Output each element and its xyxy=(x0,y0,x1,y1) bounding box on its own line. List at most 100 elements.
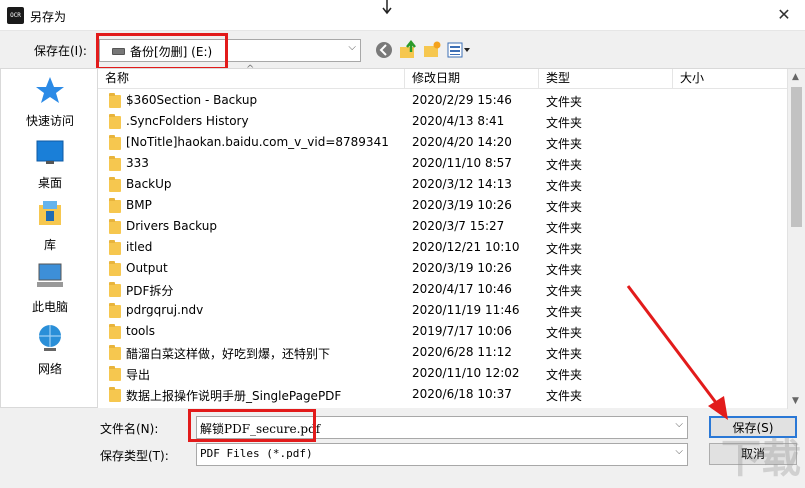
file-name: 导出 xyxy=(126,368,151,382)
close-button[interactable]: ✕ xyxy=(773,4,795,26)
column-header-type[interactable]: 类型 xyxy=(539,69,673,89)
file-type: 文件夹 xyxy=(546,284,583,298)
watermark-logo: 下载 xyxy=(721,436,801,482)
file-row[interactable]: .SyncFolders History 2020/4/13 8:41 文件夹 xyxy=(98,112,787,133)
file-row[interactable]: Output 2020/3/19 10:26 文件夹 xyxy=(98,259,787,280)
file-date: 2019/7/17 10:06 xyxy=(412,324,512,338)
file-name: $360Section - Backup xyxy=(126,93,258,107)
desktop-icon xyxy=(36,140,64,164)
cursor-icon xyxy=(382,0,392,15)
sidebar-item-this-pc[interactable]: 此电脑 xyxy=(1,261,99,315)
chevron-down-icon: ⌵ xyxy=(675,446,683,457)
file-name: BMP xyxy=(126,198,152,212)
file-row[interactable]: BMP 2020/3/19 10:26 文件夹 xyxy=(98,196,787,217)
file-date: 2020/3/19 10:26 xyxy=(412,261,512,275)
column-header-row: 名称 ^ 修改日期 类型 大小 xyxy=(98,64,787,89)
file-type: 文件夹 xyxy=(546,137,583,151)
folder-icon xyxy=(109,198,121,213)
computer-icon xyxy=(37,263,63,287)
back-icon[interactable] xyxy=(374,40,394,60)
file-type: 文件夹 xyxy=(546,116,583,130)
file-row[interactable]: Drivers Backup 2020/3/7 15:27 文件夹 xyxy=(98,217,787,238)
highlight-location xyxy=(96,33,228,70)
column-header-size[interactable]: 大小 xyxy=(673,69,787,89)
sidebar-item-label: 库 xyxy=(43,238,56,252)
library-icon xyxy=(39,201,61,225)
sidebar-item-label: 桌面 xyxy=(37,176,62,190)
file-type: 文件夹 xyxy=(546,368,583,382)
folder-icon xyxy=(109,324,121,339)
file-name: Drivers Backup xyxy=(126,219,217,233)
file-date: 2020/11/10 8:57 xyxy=(412,156,512,170)
file-type: 文件夹 xyxy=(546,179,583,193)
network-icon xyxy=(39,325,61,351)
file-date: 2020/3/12 14:13 xyxy=(412,177,512,191)
location-label: 保存在(I): xyxy=(34,44,87,58)
folder-icon xyxy=(109,366,121,381)
scroll-thumb[interactable] xyxy=(791,87,802,227)
folder-icon xyxy=(109,114,121,129)
file-row[interactable]: BackUp 2020/3/12 14:13 文件夹 xyxy=(98,175,787,196)
sidebar-item-label: 此电脑 xyxy=(31,300,68,314)
filetype-select[interactable]: PDF Files (*.pdf) ⌵ xyxy=(196,443,688,466)
file-name: [NoTitle]haokan.baidu.com_v_vid=8789341 xyxy=(126,135,389,149)
file-row[interactable]: $360Section - Backup 2020/2/29 15:46 文件夹 xyxy=(98,91,787,112)
file-name: 醋溜白菜这样做，好吃到爆，还特别下 xyxy=(126,347,331,361)
folder-icon xyxy=(109,177,121,192)
file-row[interactable]: itled 2020/12/21 10:10 文件夹 xyxy=(98,238,787,259)
folder-icon xyxy=(109,282,121,297)
app-icon: OCR xyxy=(7,7,24,24)
sidebar-item-network[interactable]: 网络 xyxy=(1,323,99,377)
file-date: 2020/3/19 10:26 xyxy=(412,198,512,212)
folder-icon xyxy=(109,240,121,255)
folder-icon xyxy=(109,156,121,171)
annotation-arrow-icon xyxy=(626,285,728,420)
folder-icon xyxy=(109,219,121,234)
sidebar-item-quick-access[interactable]: 快速访问 xyxy=(1,75,99,129)
vertical-scrollbar[interactable]: ▲ ▼ xyxy=(787,69,805,409)
sidebar-item-label: 网络 xyxy=(37,362,62,376)
filename-label: 文件名(N): xyxy=(100,422,159,436)
filetype-value: PDF Files (*.pdf) xyxy=(200,447,313,460)
chevron-down-icon: ⌵ xyxy=(348,42,356,53)
view-menu-icon[interactable] xyxy=(446,40,472,60)
folder-icon xyxy=(109,345,121,360)
file-row[interactable]: [NoTitle]haokan.baidu.com_v_vid=8789341 2… xyxy=(98,133,787,154)
file-name: Output xyxy=(126,261,168,275)
file-type: 文件夹 xyxy=(546,221,583,235)
file-date: 2020/12/21 10:10 xyxy=(412,240,520,254)
file-type: 文件夹 xyxy=(546,305,583,319)
file-type: 文件夹 xyxy=(546,95,583,109)
file-date: 2020/11/10 12:02 xyxy=(412,366,520,380)
folder-icon xyxy=(109,387,121,402)
file-type: 文件夹 xyxy=(546,326,583,340)
file-name: pdrgqruj.ndv xyxy=(126,303,204,317)
title-bar: OCR 另存为 ✕ xyxy=(0,0,805,31)
sidebar-item-desktop[interactable]: 桌面 xyxy=(1,137,99,191)
file-name: BackUp xyxy=(126,177,172,191)
scroll-down-icon[interactable]: ▼ xyxy=(792,396,799,406)
new-folder-icon[interactable] xyxy=(422,40,442,60)
file-date: 2020/2/29 15:46 xyxy=(412,93,512,107)
file-date: 2020/6/28 11:12 xyxy=(412,345,512,359)
file-name: tools xyxy=(126,324,155,338)
file-date: 2020/4/13 8:41 xyxy=(412,114,505,128)
folder-icon xyxy=(109,261,121,276)
file-row[interactable]: 333 2020/11/10 8:57 文件夹 xyxy=(98,154,787,175)
file-type: 文件夹 xyxy=(546,347,583,361)
file-name: .SyncFolders History xyxy=(126,114,249,128)
file-name: 333 xyxy=(126,156,149,170)
star-icon xyxy=(36,77,64,103)
file-date: 2020/4/20 14:20 xyxy=(412,135,512,149)
up-folder-icon[interactable] xyxy=(398,40,418,60)
folder-icon xyxy=(109,303,121,318)
file-date: 2020/4/17 10:46 xyxy=(412,282,512,296)
sidebar-item-library[interactable]: 库 xyxy=(1,199,99,253)
file-type: 文件夹 xyxy=(546,242,583,256)
file-type: 文件夹 xyxy=(546,263,583,277)
scroll-up-icon[interactable]: ▲ xyxy=(792,72,799,82)
window-title: 另存为 xyxy=(30,10,67,24)
column-header-modified[interactable]: 修改日期 xyxy=(405,69,539,89)
folder-icon xyxy=(109,135,121,150)
sort-ascending-icon: ^ xyxy=(246,64,255,75)
